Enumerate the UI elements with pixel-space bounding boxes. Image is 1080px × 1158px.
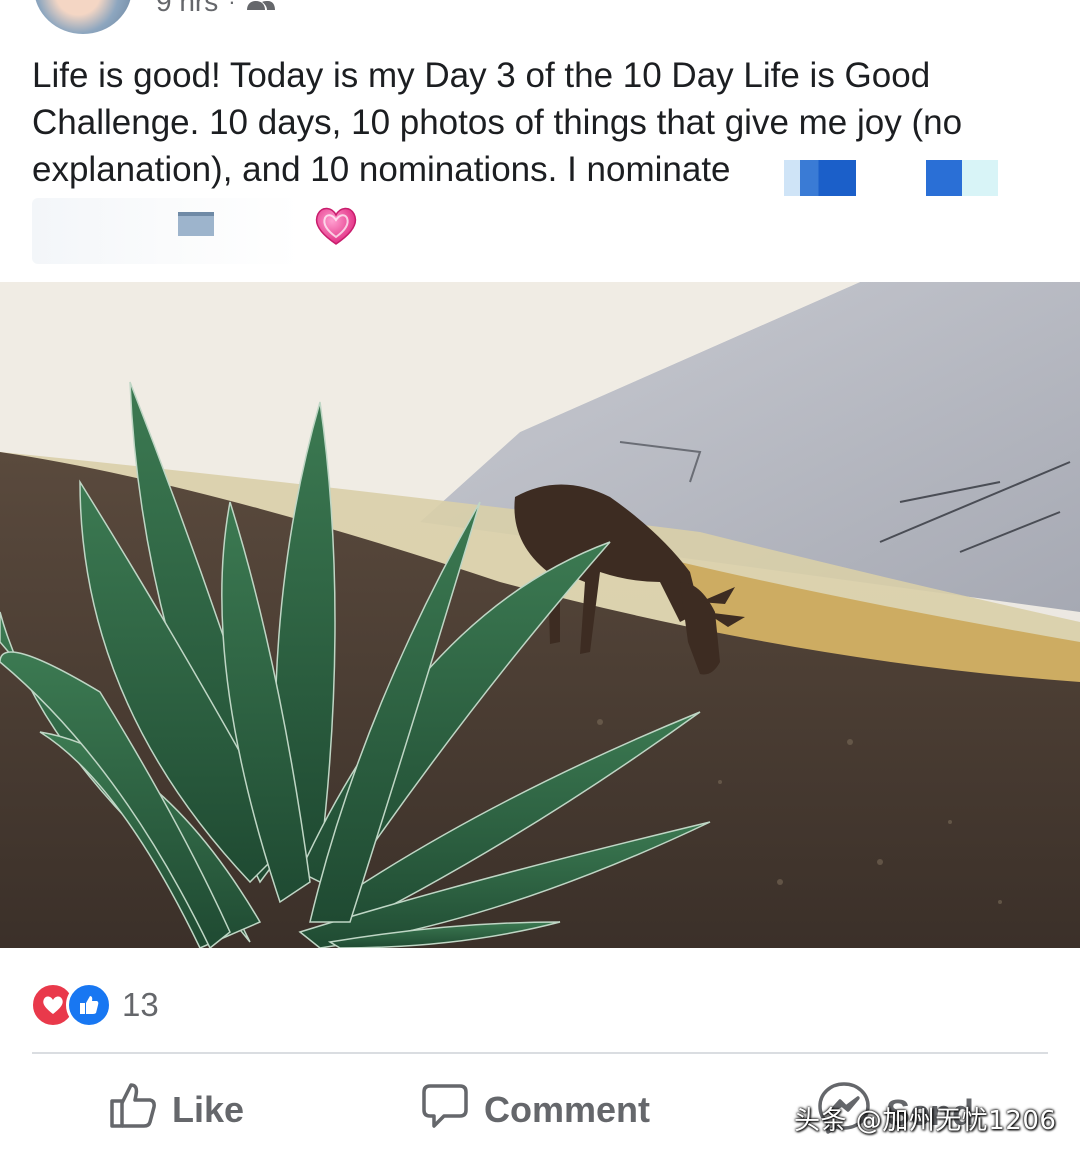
post-text: Life is good! Today is my Day 3 of the 1…	[32, 56, 963, 189]
redacted-name	[926, 160, 998, 196]
post-photo[interactable]	[0, 282, 1080, 948]
post-time[interactable]: 9 hrs	[156, 0, 218, 18]
redacted-name	[32, 198, 302, 264]
like-reaction-icon	[66, 982, 112, 1028]
heart-emoji	[312, 202, 360, 250]
reaction-count: 13	[122, 986, 159, 1023]
friends-icon	[246, 0, 276, 18]
watermark: 头条 @加州无忧1206	[794, 1106, 1057, 1136]
comment-bubble-icon	[420, 1080, 470, 1139]
meta-separator: ·	[228, 0, 236, 14]
redacted-name	[784, 160, 856, 196]
reactions-summary[interactable]: 13	[30, 982, 159, 1028]
author-avatar[interactable]	[34, 0, 132, 34]
thumbs-up-icon	[108, 1080, 158, 1139]
like-button[interactable]: Like	[108, 1080, 244, 1139]
redacted-mark	[178, 212, 214, 236]
like-label: Like	[172, 1088, 245, 1130]
comment-button[interactable]: Comment	[420, 1080, 650, 1139]
comment-label: Comment	[484, 1088, 651, 1130]
post-meta: 9 hrs ·	[156, 0, 276, 18]
divider	[32, 1052, 1048, 1054]
